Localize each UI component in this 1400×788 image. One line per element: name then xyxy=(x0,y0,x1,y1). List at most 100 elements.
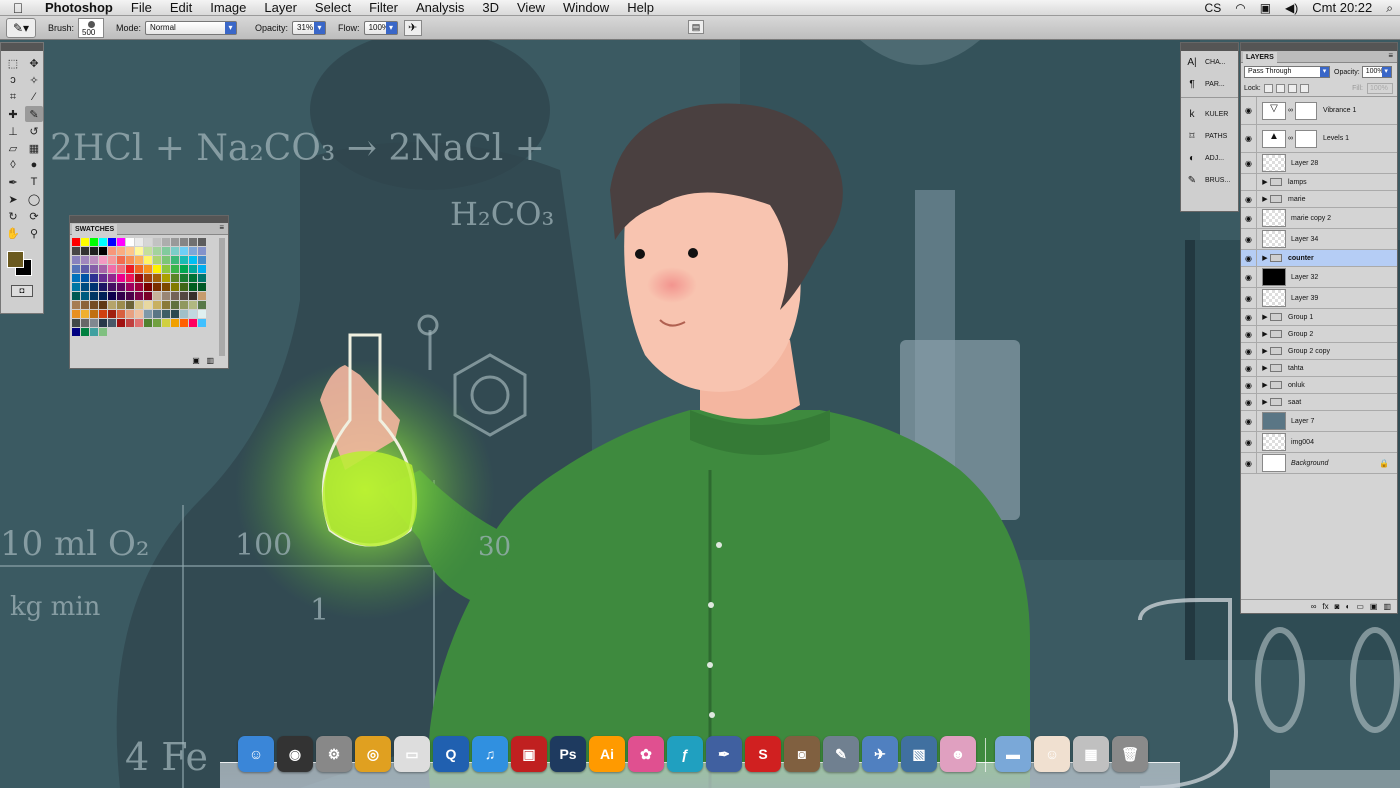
brush-tool-icon[interactable]: ✎ xyxy=(25,106,43,122)
visibility-eye-icon[interactable]: ◉ xyxy=(1241,377,1257,393)
menu-layer[interactable]: Layer xyxy=(255,0,306,16)
swatch-chip[interactable] xyxy=(99,247,107,255)
dock-itunes-icon[interactable]: ♫ xyxy=(472,736,508,772)
swatch-chip[interactable] xyxy=(126,310,134,318)
tool-preset-picker[interactable]: ✎ ▾ xyxy=(6,17,36,38)
dock-preview-icon[interactable]: ✈ xyxy=(862,736,898,772)
swatch-chip[interactable] xyxy=(72,301,80,309)
zoom-tool-icon[interactable]: ⚲ xyxy=(25,225,43,241)
swatch-chip[interactable] xyxy=(135,265,143,273)
swatch-chip[interactable] xyxy=(144,310,152,318)
swatches-panel-grip[interactable] xyxy=(70,216,228,223)
expand-arrow-icon[interactable]: ▶ xyxy=(1260,254,1270,262)
hand-tool-icon[interactable]: ✋ xyxy=(4,225,22,241)
foreground-color[interactable] xyxy=(7,251,24,268)
swatch-chip[interactable] xyxy=(198,256,206,264)
swatch-chip[interactable] xyxy=(135,238,143,246)
dock-dashboard-icon[interactable]: ◉ xyxy=(277,736,313,772)
swatch-chip[interactable] xyxy=(180,265,188,273)
swatch-chip[interactable] xyxy=(180,247,188,255)
swatch-chip[interactable] xyxy=(144,265,152,273)
swatch-chip[interactable] xyxy=(81,238,89,246)
marquee-tool-icon[interactable]: ⬚ xyxy=(4,55,22,71)
dock-pen-app-icon[interactable]: ✒ xyxy=(706,736,742,772)
swatch-chip[interactable] xyxy=(153,319,161,327)
swatch-chip[interactable] xyxy=(99,319,107,327)
visibility-eye-icon[interactable]: ◉ xyxy=(1241,191,1257,207)
dock-quicktime-icon[interactable]: Q xyxy=(433,736,469,772)
swatch-chip[interactable] xyxy=(162,247,170,255)
fill-field[interactable]: 100% xyxy=(1367,83,1393,94)
add-mask-icon[interactable]: ◙ xyxy=(1335,602,1340,611)
layer-group-row[interactable]: ◉ ▶ Group 2 copy xyxy=(1241,343,1397,360)
swatch-chip[interactable] xyxy=(126,292,134,300)
layer-row[interactable]: ◉ img004 xyxy=(1241,432,1397,453)
swatch-chip[interactable] xyxy=(144,301,152,309)
layers-panel-grip[interactable] xyxy=(1241,43,1397,51)
swatch-chip[interactable] xyxy=(180,283,188,291)
swatch-chip[interactable] xyxy=(72,283,80,291)
swatch-chip[interactable] xyxy=(72,247,80,255)
layer-row[interactable]: ◉ ▲ ∞ Levels 1 xyxy=(1241,125,1397,153)
swatch-chip[interactable] xyxy=(198,274,206,282)
menu-help[interactable]: Help xyxy=(618,0,663,16)
swatch-chip[interactable] xyxy=(126,274,134,282)
swatch-chip[interactable] xyxy=(180,274,188,282)
swatch-chip[interactable] xyxy=(90,265,98,273)
dock-sbp-app-icon[interactable]: S xyxy=(745,736,781,772)
menu-window[interactable]: Window xyxy=(554,0,618,16)
swatch-chip[interactable] xyxy=(189,319,197,327)
magic-wand-tool-icon[interactable]: ✧ xyxy=(25,72,43,88)
pen-tool-icon[interactable]: ✒ xyxy=(4,174,22,190)
dock-trash-icon[interactable]: 🗑 xyxy=(1112,736,1148,772)
swatch-chip[interactable] xyxy=(189,247,197,255)
layer-row[interactable]: ◉ marie copy 2 xyxy=(1241,208,1397,229)
swatch-chip[interactable] xyxy=(180,301,188,309)
layer-group-row[interactable]: ◉ ▶ Group 2 xyxy=(1241,326,1397,343)
swatch-chip[interactable] xyxy=(135,274,143,282)
visibility-eye-icon[interactable]: ◉ xyxy=(1241,153,1257,173)
swatch-chip[interactable] xyxy=(126,319,134,327)
layers-menu-icon[interactable]: ≡ xyxy=(1388,51,1393,60)
swatch-chip[interactable] xyxy=(90,247,98,255)
swatch-chip[interactable] xyxy=(99,301,107,309)
swatch-chip[interactable] xyxy=(144,292,152,300)
swatch-chip[interactable] xyxy=(189,238,197,246)
dock-photo-booth-icon[interactable]: ▣ xyxy=(511,736,547,772)
swatch-chip[interactable] xyxy=(144,256,152,264)
visibility-eye-icon[interactable]: ◉ xyxy=(1241,360,1257,376)
visibility-eye-icon[interactable]: ◉ xyxy=(1241,432,1257,452)
expand-arrow-icon[interactable]: ▶ xyxy=(1260,381,1270,389)
swatch-chip[interactable] xyxy=(81,265,89,273)
swatch-chip[interactable] xyxy=(90,328,98,336)
eraser-tool-icon[interactable]: ▱ xyxy=(4,140,22,156)
swatch-chip[interactable] xyxy=(99,256,107,264)
swatch-chip[interactable] xyxy=(198,319,206,327)
layer-row[interactable]: ◉ Layer 7 xyxy=(1241,411,1397,432)
shape-tool-icon[interactable]: ◯ xyxy=(25,191,43,207)
visibility-eye-icon[interactable]: ◉ xyxy=(1241,394,1257,410)
layer-group-row[interactable]: ◉ ▶ marie xyxy=(1241,191,1397,208)
visibility-eye-icon[interactable]: ◉ xyxy=(1241,250,1257,266)
swatch-chip[interactable] xyxy=(162,283,170,291)
cs-live-indicator[interactable]: CS xyxy=(1198,0,1229,16)
swatch-chip[interactable] xyxy=(126,265,134,273)
swatch-chip[interactable] xyxy=(144,319,152,327)
swatch-chip[interactable] xyxy=(90,256,98,264)
apple-menu-icon[interactable]:  xyxy=(0,0,36,16)
swatch-chip[interactable] xyxy=(162,292,170,300)
visibility-eye-icon[interactable] xyxy=(1241,174,1257,190)
dock-image-capture-icon[interactable]: ◙ xyxy=(784,736,820,772)
swatch-chip[interactable] xyxy=(162,265,170,273)
swatch-chip[interactable] xyxy=(108,247,116,255)
dock-widget-icon[interactable]: ☻ xyxy=(940,736,976,772)
swatch-chip[interactable] xyxy=(99,292,107,300)
menu-clock[interactable]: Cmt 20:22 xyxy=(1305,0,1379,16)
swatch-chip[interactable] xyxy=(81,301,89,309)
dodge-tool-icon[interactable]: ● xyxy=(25,157,43,173)
expand-arrow-icon[interactable]: ▶ xyxy=(1260,364,1270,372)
volume-icon[interactable]: ◀) xyxy=(1278,0,1305,16)
opacity-field[interactable]: 31% xyxy=(292,20,327,35)
spotlight-search-icon[interactable]: ⌕ xyxy=(1379,0,1400,16)
layer-group-row[interactable]: ◉ ▶ tahta xyxy=(1241,360,1397,377)
